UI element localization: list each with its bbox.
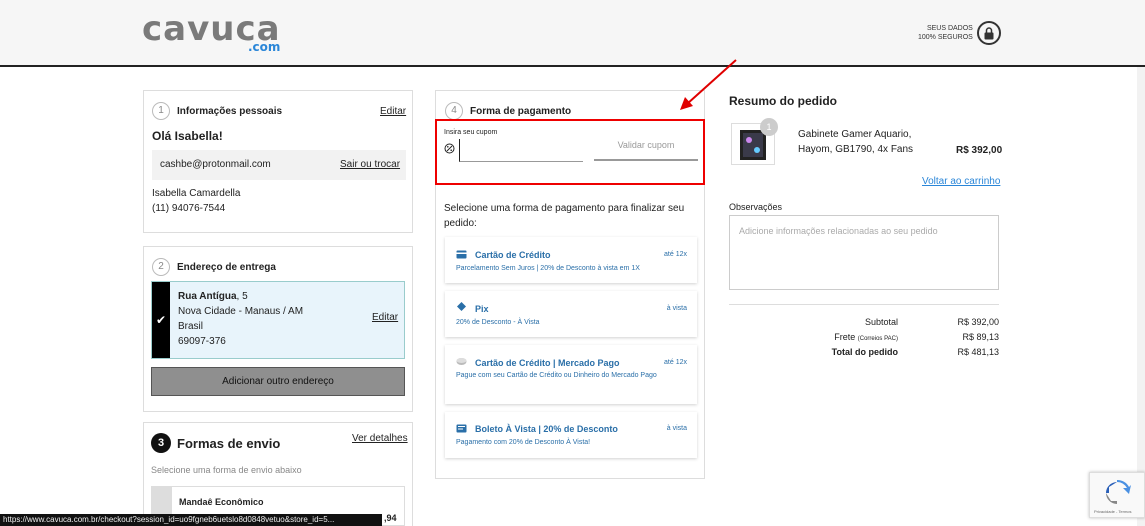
payment-option-title: Boleto À Vista | 20% de Desconto (475, 424, 618, 434)
status-bar-url: https://www.cavuca.com.br/checkout?sessi… (0, 514, 382, 526)
shipping-title: Formas de envio (177, 436, 281, 451)
payment-option-desc: Pagamento com 20% de Desconto À Vista! (456, 439, 591, 446)
coupon-icon (444, 141, 455, 154)
logout-link[interactable]: Sair ou trocar (340, 159, 400, 170)
notes-label: Observações (729, 202, 783, 212)
back-to-cart-link[interactable]: Voltar ao carrinho (922, 176, 1000, 187)
shipping-option-price: ,94 (384, 513, 397, 523)
user-name: Isabella Camardella (152, 188, 241, 199)
page-scrollbar[interactable] (1137, 67, 1145, 526)
summary-divider (729, 304, 999, 305)
payment-option-desc: 20% de Desconto - À Vista (456, 319, 540, 326)
selected-address-card[interactable]: ✔ Rua Antígua, 5 Nova Cidade - Manaus / … (151, 281, 405, 359)
payment-option-title: Pix (475, 304, 489, 314)
recaptcha-footer[interactable]: Privacidade - Termos (1094, 509, 1132, 514)
notes-textarea[interactable]: Adicione informações relacionadas ao seu… (729, 215, 999, 290)
shipping-carrier: (Correios PAC) (857, 336, 898, 342)
payment-option-credit-card[interactable]: Cartão de Crédito até 12x Parcelamento S… (445, 237, 697, 283)
payment-option-pix[interactable]: Pix à vista 20% de Desconto - À Vista (445, 291, 697, 337)
delivery-title: Endereço de entrega (177, 262, 276, 273)
payment-option-title: Cartão de Crédito (475, 250, 551, 260)
header: cavuca .com SEUS DADOS 100% SEGUROS (0, 0, 1145, 67)
add-address-button[interactable]: Adicionar outro endereço (151, 367, 405, 396)
step-2-circle: 2 (152, 258, 170, 276)
payment-option-installments: à vista (666, 305, 687, 312)
email-box: cashbe@protonmail.com Sair ou trocar (152, 150, 406, 180)
product-quantity-badge: 1 (760, 118, 778, 136)
payment-instruction: Selecione uma forma de pagamento para fi… (444, 203, 685, 229)
boleto-icon (456, 424, 467, 433)
payment-option-installments: até 12x (664, 251, 687, 258)
step-4-circle: 4 (445, 102, 463, 120)
logo-com: .com (248, 40, 281, 54)
edit-personal-link[interactable]: Editar (380, 106, 406, 117)
subtotal-value: R$ 392,00 (957, 317, 999, 327)
shipping-details-link[interactable]: Ver detalhes (352, 433, 408, 444)
address-number: , 5 (236, 291, 248, 302)
shipping-cost-value: R$ 89,13 (962, 332, 999, 342)
personal-info-panel: 1 Informações pessoais Editar Olá Isabel… (143, 90, 413, 233)
coupon-label: Insira seu cupom (444, 129, 498, 136)
payment-option-boleto[interactable]: Boleto À Vista | 20% de Desconto à vista… (445, 412, 697, 458)
shipping-subtitle: Selecione uma forma de envio abaixo (151, 465, 302, 475)
product-price: R$ 392,00 (956, 145, 1003, 156)
personal-info-title: Informações pessoais (177, 106, 283, 117)
credit-card-icon (456, 250, 467, 259)
step-3-circle: 3 (151, 433, 171, 453)
recaptcha-badge[interactable]: Privacidade - Termos (1089, 472, 1145, 518)
product-name-line-2: Hayom, GB1790, 4x Fans (798, 144, 914, 155)
subtotal-label: Subtotal (864, 317, 898, 327)
shipping-option-name: Mandaê Econômico (179, 497, 264, 507)
mercado-pago-icon (456, 358, 467, 365)
secure-badge: SEUS DADOS 100% SEGUROS (918, 21, 1001, 45)
recaptcha-icon (1106, 479, 1131, 504)
product-name-line-1: Gabinete Gamer Aquario, (798, 129, 912, 140)
total-label: Total do pedido (831, 347, 898, 357)
secure-line-2: 100% SEGUROS (918, 34, 973, 41)
user-phone: (11) 94076-7544 (152, 203, 226, 214)
user-email: cashbe@protonmail.com (160, 159, 271, 170)
checkmark-icon: ✔ (152, 282, 170, 358)
shipping-cost-label: Frete (834, 332, 856, 342)
lock-icon (976, 21, 1001, 45)
address-city: Nova Cidade - Manaus / AM (178, 306, 304, 317)
payment-option-installments: à vista (666, 425, 687, 432)
payment-title: Forma de pagamento (470, 106, 572, 117)
cavuca-logo[interactable]: cavuca .com (142, 12, 281, 54)
total-value: R$ 481,13 (957, 347, 999, 357)
step-1-circle: 1 (152, 102, 170, 120)
summary-title: Resumo do pedido (729, 94, 837, 108)
edit-address-link[interactable]: Editar (372, 312, 398, 323)
pix-icon (457, 302, 466, 311)
payment-option-installments: até 12x (664, 359, 687, 366)
payment-option-desc: Parcelamento Sem Juros | 20% de Desconto… (456, 265, 640, 272)
payment-option-mercado-pago[interactable]: Cartão de Crédito | Mercado Pago até 12x… (445, 345, 697, 404)
address-country: Brasil (178, 321, 204, 332)
address-street: Rua Antígua (178, 291, 237, 302)
payment-option-title: Cartão de Crédito | Mercado Pago (475, 358, 620, 368)
address-zip: 69097-376 (178, 336, 226, 347)
coupon-input[interactable] (459, 139, 583, 162)
validate-coupon-button[interactable]: Validar cupom (594, 131, 698, 161)
payment-option-desc: Pague com seu Cartão de Crédito ou Dinhe… (456, 372, 657, 379)
greeting: Olá Isabella! (152, 129, 223, 143)
secure-line-1: SEUS DADOS (926, 25, 973, 32)
